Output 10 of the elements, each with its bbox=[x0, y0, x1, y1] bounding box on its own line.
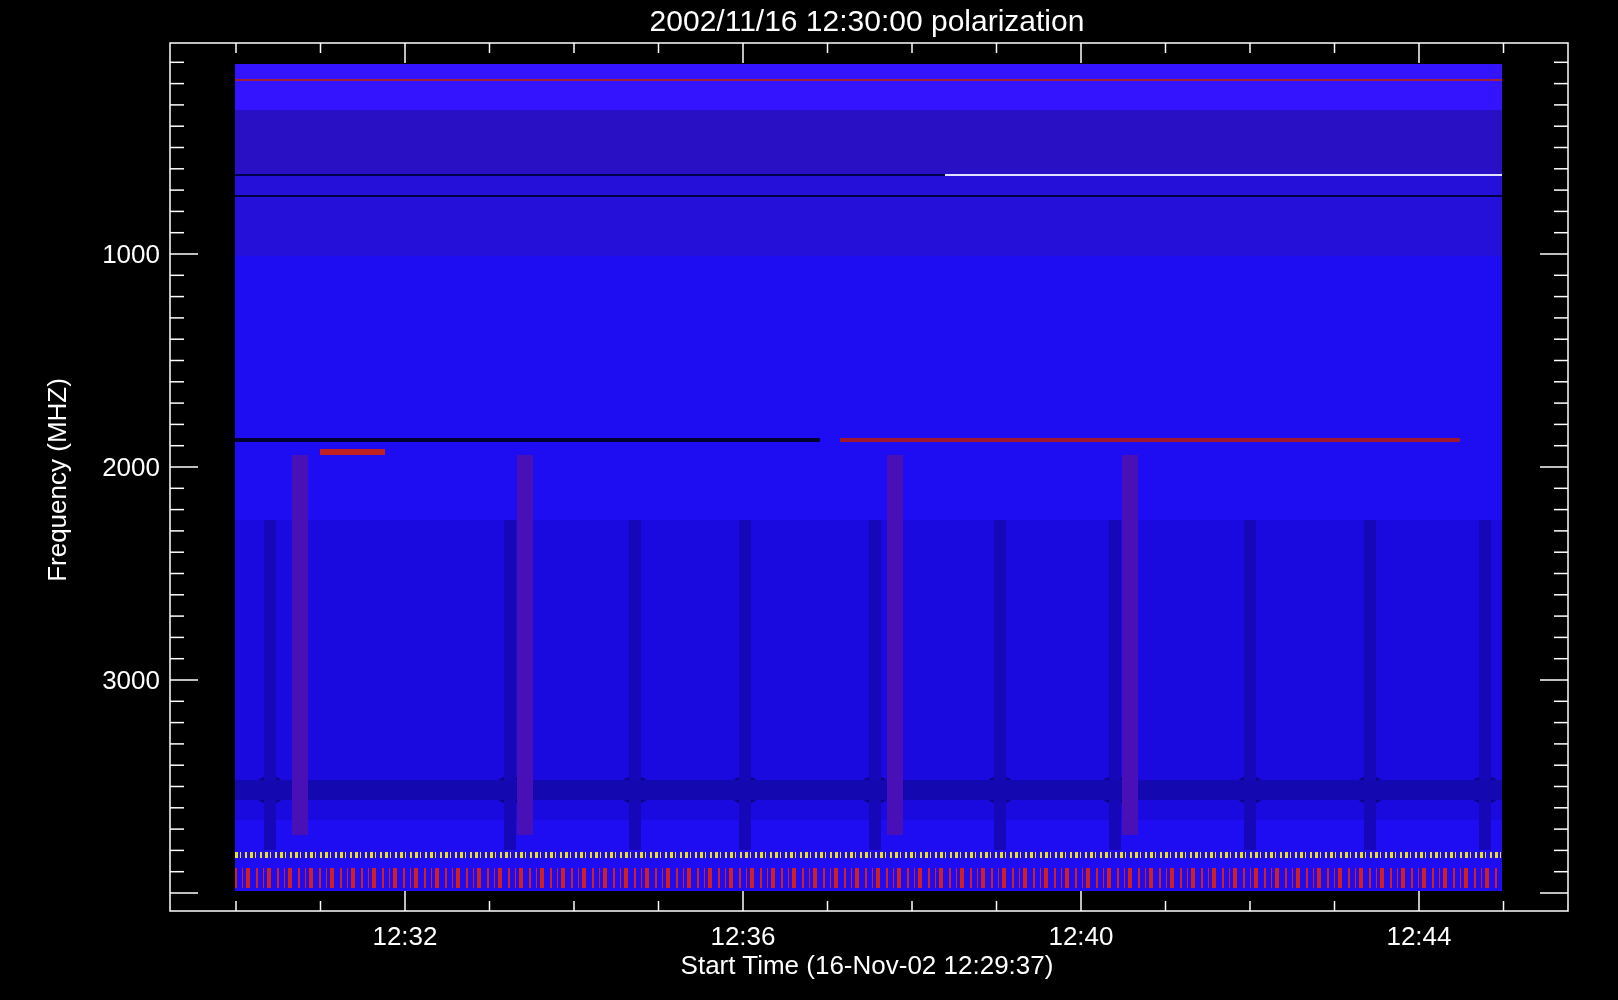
x-tick-label: 12:32 bbox=[372, 921, 438, 951]
x-tick-label: 12:44 bbox=[1386, 921, 1452, 951]
x-tick-label: 12:36 bbox=[710, 921, 776, 951]
x-tick-label: 12:40 bbox=[1048, 921, 1114, 951]
y-tick-label: 1000 bbox=[102, 239, 160, 269]
y-axis-label: Frequency (MHZ) bbox=[42, 378, 72, 582]
x-axis-label: Start Time (16-Nov-02 12:29:37) bbox=[680, 950, 1054, 980]
y-tick-label: 2000 bbox=[102, 452, 160, 482]
chart-title: 2002/11/16 12:30:00 polarization bbox=[649, 4, 1085, 37]
y-tick-label: 3000 bbox=[102, 665, 160, 695]
